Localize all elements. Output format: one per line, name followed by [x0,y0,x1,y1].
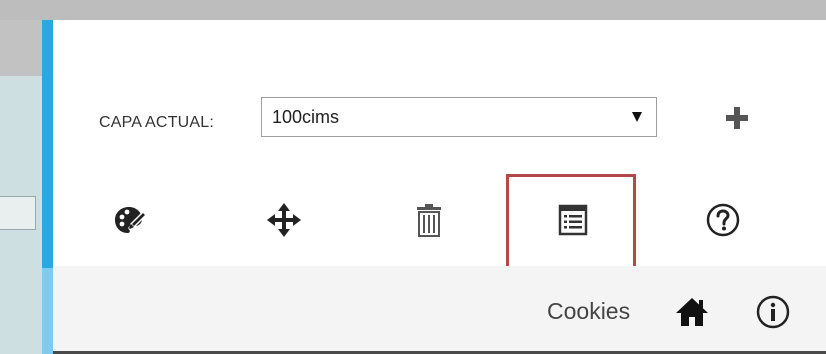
cookies-link[interactable]: Cookies [547,298,630,325]
info-button[interactable] [756,295,790,329]
plus-icon [726,107,748,129]
top-strip [0,0,826,20]
left-panel-element[interactable] [0,196,36,230]
highlight-box [506,174,636,280]
layer-panel: CAPA ACTUAL: 100cims Cookies [53,20,826,354]
current-layer-value: 100cims [272,107,340,127]
help-button[interactable] [705,202,741,238]
help-icon [706,203,740,237]
info-icon [756,295,790,329]
left-accent-bar-lower [42,268,53,354]
add-layer-button[interactable] [725,106,749,130]
delete-layer-button[interactable] [411,202,447,238]
footer-bar [53,266,826,354]
home-icon [676,298,708,326]
left-side-panel [0,20,42,354]
left-panel-header [0,20,42,76]
move-icon [267,203,301,237]
current-layer-select[interactable]: 100cims [261,97,657,137]
current-layer-label: CAPA ACTUAL: [99,114,215,131]
palette-icon [115,207,148,233]
dropdown-arrow-icon [632,112,642,122]
trash-icon [417,204,441,237]
home-button[interactable] [675,296,709,328]
layer-style-button[interactable] [112,202,148,238]
move-layer-button[interactable] [266,202,302,238]
